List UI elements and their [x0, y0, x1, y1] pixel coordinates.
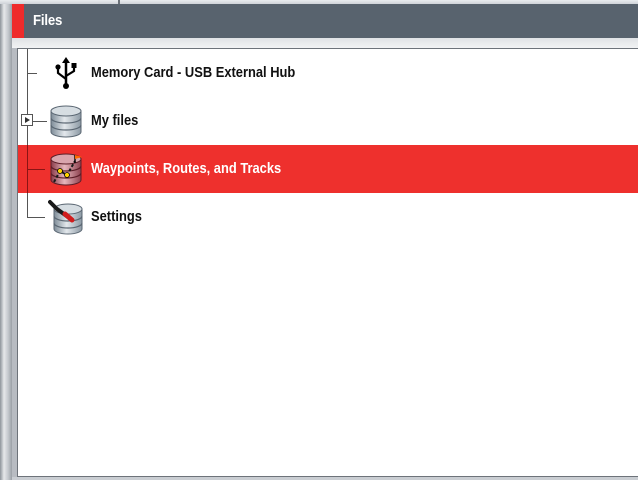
settings-database-icon — [48, 199, 84, 235]
usb-icon — [48, 55, 84, 91]
panel-header-gap — [12, 38, 638, 48]
tree-item-waypoints-routes-tracks[interactable]: Waypoints, Routes, and Tracks — [18, 145, 638, 193]
titlebar-accent-marker — [12, 4, 24, 38]
tree-guide-line — [27, 73, 37, 74]
tree-guide-line — [27, 97, 28, 114]
tree-item-label: Settings — [91, 208, 142, 225]
tree-item-label: Memory Card - USB External Hub — [91, 64, 296, 81]
tree-guide-line — [27, 169, 45, 170]
dialog-titlebar — [12, 4, 638, 38]
dialog-title: Files — [33, 12, 63, 29]
tree-item-label: My files — [91, 112, 139, 129]
file-tree: Memory Card - USB External Hub My files … — [18, 49, 638, 241]
tree-item-memory-card[interactable]: Memory Card - USB External Hub — [18, 49, 638, 97]
expand-toggle-icon[interactable] — [21, 114, 33, 126]
tree-guide-line — [27, 126, 28, 145]
tree-guide-line — [33, 121, 47, 122]
tree-guide-line — [27, 193, 28, 218]
window-frame-left — [0, 4, 12, 480]
waypoints-database-icon — [48, 151, 84, 187]
tree-item-my-files[interactable]: My files — [18, 97, 638, 145]
tree-item-settings[interactable]: Settings — [18, 193, 638, 241]
tree-item-label: Waypoints, Routes, and Tracks — [91, 160, 282, 177]
tree-guide-line — [27, 217, 45, 218]
database-icon — [48, 103, 84, 139]
